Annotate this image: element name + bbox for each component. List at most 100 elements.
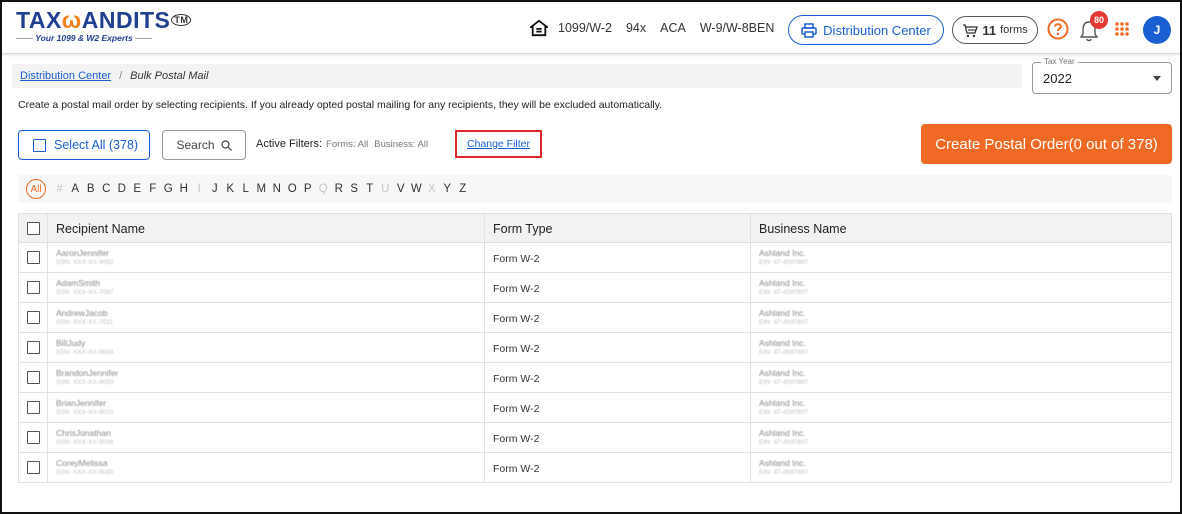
column-divider xyxy=(47,363,48,392)
table-row[interactable]: CoreyMelissa SSN: XXX-XX-9080 Form W-2 Ashl… xyxy=(18,453,1172,483)
create-postal-order-button[interactable]: Create Postal Order(0 out of 378) xyxy=(921,124,1172,164)
alphabet-letter[interactable]: Z xyxy=(455,183,471,195)
search-icon xyxy=(220,139,232,151)
nav-link-94x[interactable]: 94x xyxy=(626,21,646,35)
row-checkbox[interactable] xyxy=(27,251,40,264)
recipient-name: BrianJennifer xyxy=(56,398,107,408)
alphabet-all-button[interactable]: All xyxy=(26,179,46,199)
select-all-button[interactable]: Select All (378) xyxy=(18,130,150,160)
column-divider xyxy=(750,273,751,302)
column-divider xyxy=(47,393,48,422)
alphabet-letter: # xyxy=(56,183,63,195)
logo-wordmark: TAXωANDITS TM xyxy=(16,7,192,33)
column-divider xyxy=(484,243,485,272)
printer-icon xyxy=(801,22,817,38)
table-row[interactable]: AndrewJacob SSN: XXX-XX-7011 Form W-2 Ashla… xyxy=(18,303,1172,333)
business-ein: EIN: 47-4597897 xyxy=(759,379,809,386)
business-filter-value: Business: All xyxy=(374,138,429,150)
nav-link-1099-w2[interactable]: 1099/W-2 xyxy=(558,21,612,35)
alphabet-letter[interactable]: D xyxy=(114,183,130,195)
alphabet-letter[interactable]: C xyxy=(99,183,115,195)
change-filter-link[interactable]: Change Filter xyxy=(455,130,542,158)
row-checkbox[interactable] xyxy=(27,461,40,474)
alphabet-letter[interactable]: W xyxy=(409,183,425,195)
alphabet-letter[interactable]: M xyxy=(254,183,270,195)
nav-link-w9-w8ben[interactable]: W-9/W-8BEN xyxy=(700,21,775,35)
breadcrumb-current: Bulk Postal Mail xyxy=(130,70,209,82)
alphabet-letter[interactable]: B xyxy=(83,183,99,195)
row-checkbox[interactable] xyxy=(27,431,40,444)
row-checkbox[interactable] xyxy=(27,341,40,354)
home-icon[interactable] xyxy=(530,19,548,37)
table-row[interactable]: ChrisJonathan SSN: XXX-XX-9036 Form W-2 Ash… xyxy=(18,423,1172,453)
active-filters-label: Active Filters: xyxy=(256,138,323,150)
alphabet-letter: I xyxy=(197,183,201,195)
alphabet-letter[interactable]: Y xyxy=(440,183,456,195)
tax-year-select[interactable]: Tax Year 2022 xyxy=(1032,57,1172,94)
alphabet-letter[interactable]: J xyxy=(207,183,223,195)
breadcrumb-distribution-center-link[interactable]: Distribution Center xyxy=(20,70,111,82)
business-ein: EIN: 47-4597897 xyxy=(759,409,809,416)
column-header-business-name[interactable]: Business Name xyxy=(759,222,847,236)
owl-icon: ω xyxy=(61,7,82,33)
alphabet-letter[interactable]: O xyxy=(285,183,301,195)
business-name: Ashland Inc. xyxy=(759,308,806,318)
row-checkbox[interactable] xyxy=(27,311,40,324)
row-checkbox[interactable] xyxy=(27,281,40,294)
recipient-tin: SSN: XXX-XX-9036 xyxy=(56,439,114,446)
alphabet-letter[interactable]: K xyxy=(223,183,239,195)
header-checkbox[interactable] xyxy=(27,222,40,235)
alphabet-letter[interactable]: R xyxy=(331,183,347,195)
alphabet-letter[interactable]: S xyxy=(347,183,363,195)
apps-grid-icon[interactable] xyxy=(1114,21,1130,37)
user-avatar[interactable]: J xyxy=(1143,16,1171,44)
table-row[interactable]: AaronJennifer SSN: XXX-XX-9092 Form W-2 Ash… xyxy=(18,243,1172,273)
column-divider xyxy=(47,453,48,482)
column-divider xyxy=(47,333,48,362)
alphabet-letter[interactable]: H xyxy=(176,183,192,195)
column-divider xyxy=(484,453,485,482)
search-button[interactable]: Search xyxy=(162,130,246,160)
alphabet-letter: X xyxy=(427,183,436,195)
chevron-down-icon xyxy=(1153,76,1161,81)
alphabet-letter[interactable]: G xyxy=(161,183,177,195)
nav-link-aca[interactable]: ACA xyxy=(660,21,686,35)
table-row[interactable]: AdamSmith SSN: XXX-XX-7087 Form W-2 Ashland… xyxy=(18,273,1172,303)
form-type: Form W-2 xyxy=(493,403,540,415)
cart-button[interactable]: 11 forms xyxy=(952,16,1038,44)
top-nav: 1099/W-2 94x ACA W-9/W-8BEN xyxy=(530,16,788,40)
alphabet-letter: U xyxy=(381,183,390,195)
distribution-center-button[interactable]: Distribution Center xyxy=(788,15,944,45)
recipient-name: AdamSmith xyxy=(56,278,100,288)
recipient-tin: SSN: XXX-XX-9030 xyxy=(56,379,114,386)
column-divider xyxy=(484,333,485,362)
recipient-tin: SSN: XXX-XX-7087 xyxy=(56,289,114,296)
alphabet-letter[interactable]: V xyxy=(393,183,409,195)
alphabet-letter[interactable]: T xyxy=(362,183,378,195)
row-checkbox[interactable] xyxy=(27,401,40,414)
column-header-recipient-name[interactable]: Recipient Name xyxy=(56,222,145,236)
alphabet-letter[interactable]: F xyxy=(145,183,161,195)
recipient-name: CoreyMelissa xyxy=(56,458,108,468)
alphabet-letter[interactable]: E xyxy=(130,183,146,195)
row-checkbox[interactable] xyxy=(27,371,40,384)
column-divider xyxy=(750,243,751,272)
alphabet-letter[interactable]: A xyxy=(68,183,84,195)
business-ein: EIN: 47-4597897 xyxy=(759,349,809,356)
alphabet-letter[interactable]: P xyxy=(300,183,316,195)
notification-badge: 80 xyxy=(1090,11,1108,29)
recipient-name: BrandonJennifer xyxy=(56,368,119,378)
column-divider xyxy=(47,214,48,242)
breadcrumb-separator: / xyxy=(119,70,123,82)
column-header-form-type[interactable]: Form Type xyxy=(493,222,553,236)
table-row[interactable]: BrianJennifer SSN: XXX-XX-9020 Form W-2 Ash… xyxy=(18,393,1172,423)
taxbandits-logo[interactable]: TAXωANDITS TM —— Your 1099 & W2 Experts —… xyxy=(16,7,192,48)
table-row[interactable]: BrandonJennifer SSN: XXX-XX-9030 Form W-2 A… xyxy=(18,363,1172,393)
select-all-checkbox xyxy=(33,138,46,152)
table-row[interactable]: BillJudy SSN: XXX-XX-9084 Form W-2 Ashland … xyxy=(18,333,1172,363)
business-ein: EIN: 47-4597897 xyxy=(759,469,809,476)
column-divider xyxy=(750,393,751,422)
alphabet-letter[interactable]: L xyxy=(238,183,254,195)
help-icon[interactable] xyxy=(1047,18,1069,40)
alphabet-letter[interactable]: N xyxy=(269,183,285,195)
